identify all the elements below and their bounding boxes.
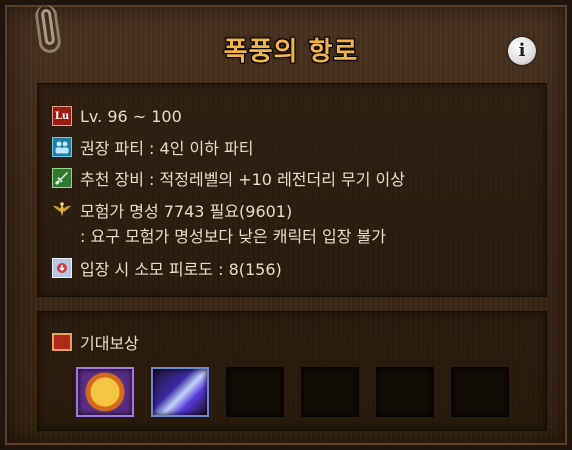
- reward-slot-empty: [376, 367, 434, 417]
- requirements-box: Lu Lv. 96 ~ 100 권장 파티 : 4인 이하 파티 추천 장비 :…: [37, 83, 547, 297]
- reward-slot-orb-item[interactable]: [76, 367, 134, 417]
- level-icon: Lu: [52, 106, 72, 126]
- reward-slot-empty: [226, 367, 284, 417]
- party-text: 권장 파티 : 4인 이하 파티: [80, 139, 254, 158]
- reward-slot-crystal-item[interactable]: [151, 367, 209, 417]
- equipment-row: 추천 장비 : 적정레벨의 +10 레전더리 무기 이상: [52, 166, 405, 190]
- party-icon: [52, 137, 72, 157]
- rewards-header: 기대보상: [52, 330, 139, 354]
- info-icon[interactable]: i: [508, 37, 536, 65]
- fame-wings-icon: [52, 200, 72, 220]
- equipment-text: 추천 장비 : 적정레벨의 +10 레전더리 무기 이상: [80, 170, 405, 189]
- fame-text: 모험가 명성 7743 필요(9601): [80, 202, 293, 221]
- fame-note-row: : 요구 모험가 명성보다 낮은 캐릭터 입장 불가: [80, 223, 386, 247]
- fatigue-text: 입장 시 소모 피로도 : 8(156): [80, 260, 282, 279]
- reward-slots: [76, 367, 526, 417]
- dungeon-title: 폭풍의 항로: [223, 37, 359, 67]
- reward-slot-empty: [301, 367, 359, 417]
- reward-slot-empty: [451, 367, 509, 417]
- fatigue-icon: [52, 258, 72, 278]
- fame-note-text: : 요구 모험가 명성보다 낮은 캐릭터 입장 불가: [80, 227, 386, 246]
- treasure-chest-icon: [52, 333, 72, 351]
- fame-row: 모험가 명성 7743 필요(9601): [52, 198, 292, 222]
- level-row: Lu Lv. 96 ~ 100: [52, 104, 182, 128]
- fatigue-row: 입장 시 소모 피로도 : 8(156): [52, 256, 282, 280]
- party-row: 권장 파티 : 4인 이하 파티: [52, 135, 253, 159]
- rewards-box: 기대보상: [37, 311, 547, 431]
- sword-icon: [52, 168, 72, 188]
- level-text: Lv. 96 ~ 100: [80, 106, 182, 126]
- rewards-label: 기대보상: [80, 334, 139, 353]
- dungeon-info-panel: 폭풍의 항로 i Lu Lv. 96 ~ 100 권장 파티 : 4인 이하 파…: [0, 0, 572, 450]
